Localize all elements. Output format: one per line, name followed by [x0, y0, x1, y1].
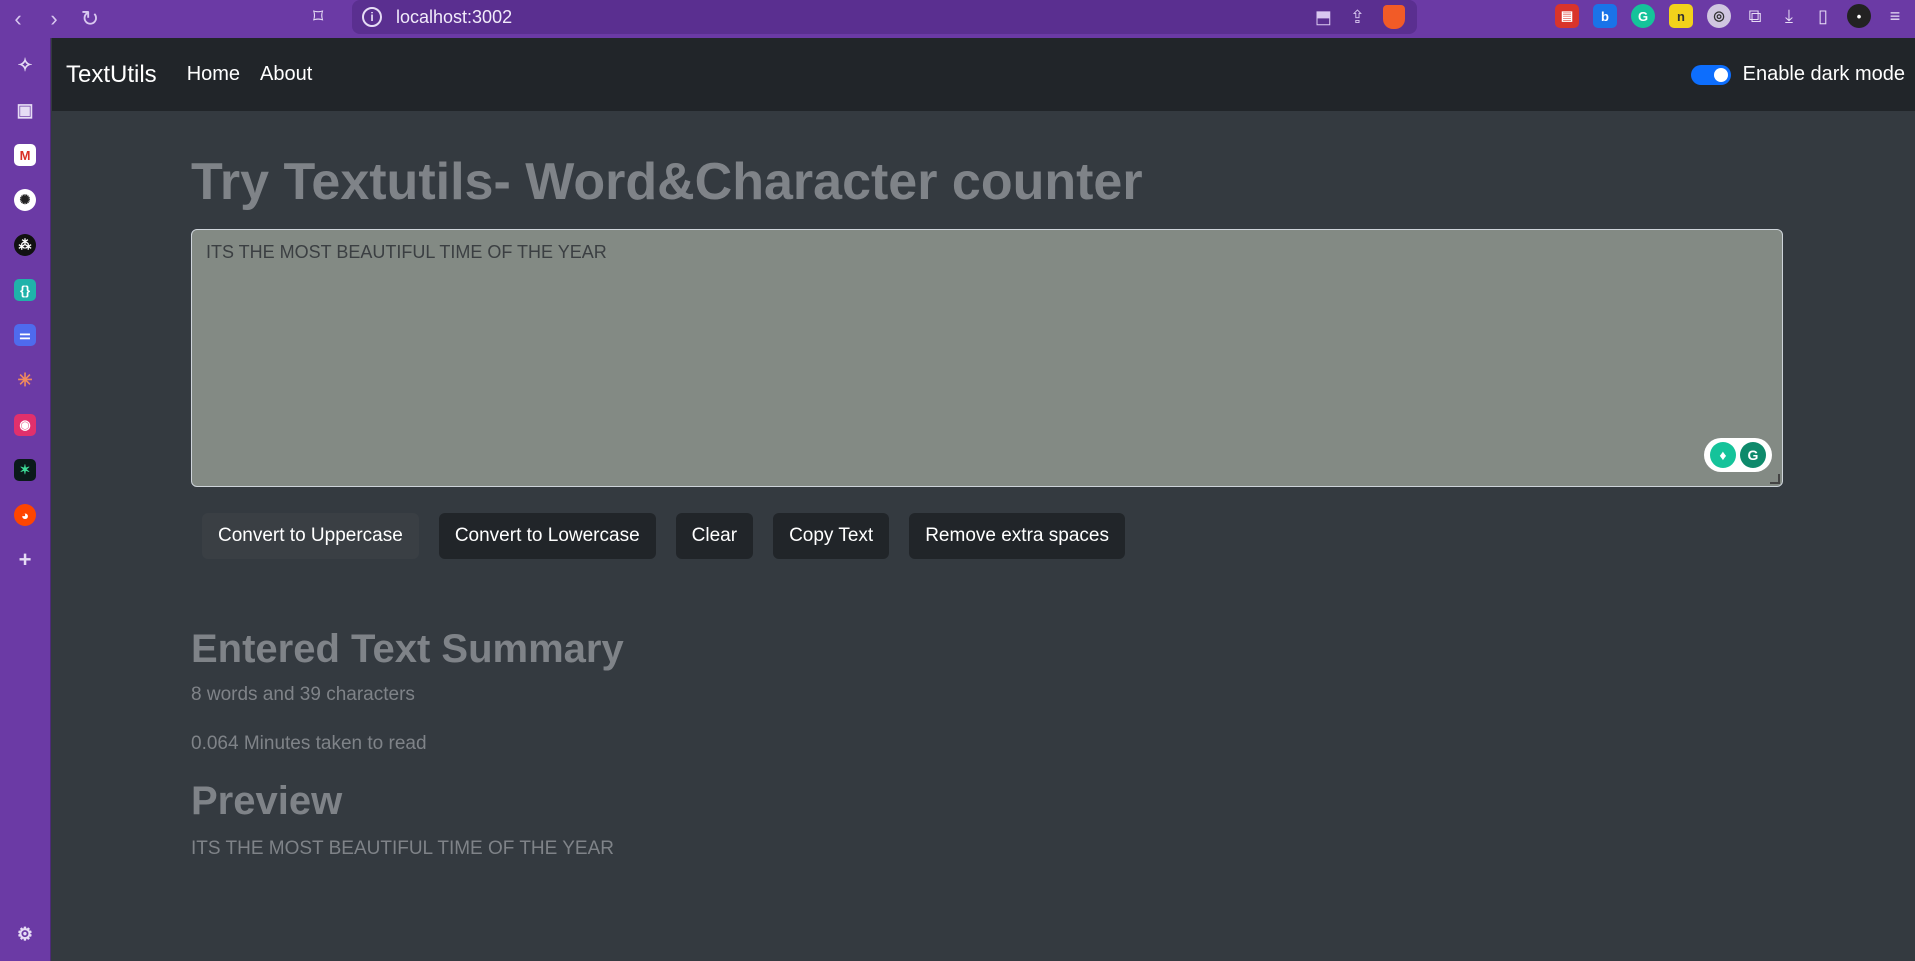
- notes-extension-icon[interactable]: n: [1669, 4, 1693, 28]
- incognito-extension-icon[interactable]: ◎: [1707, 4, 1731, 28]
- leo-ai-icon[interactable]: ✧: [14, 54, 36, 76]
- claude-icon[interactable]: ✳: [14, 369, 36, 391]
- grammarly-widget[interactable]: ♦ G: [1704, 437, 1772, 472]
- site-info-icon[interactable]: i: [362, 7, 382, 27]
- reading-list-icon[interactable]: ▣: [14, 99, 36, 121]
- install-app-icon[interactable]: ⬒: [1315, 7, 1332, 28]
- reddit-icon[interactable]: ◕: [14, 504, 36, 526]
- code-icon[interactable]: {}: [14, 279, 36, 301]
- browser-sidebar: ✧ ▣ M ✺ ⁂ {} ⚌ ✳ ◉ ✶ ◕ + ⚙: [0, 38, 51, 961]
- pdf-extension-icon[interactable]: ▤: [1555, 4, 1579, 28]
- chatgpt-icon[interactable]: ✺: [14, 189, 36, 211]
- extensions-puzzle-icon[interactable]: ⧉: [1745, 6, 1765, 26]
- add-panel-icon[interactable]: +: [14, 547, 36, 572]
- download-icon[interactable]: ⤓: [1779, 6, 1799, 26]
- page-title: Try Textutils- Word&Character counter: [191, 153, 1143, 211]
- textutils-app: TextUtils Home About Enable dark mode Tr…: [52, 38, 1915, 961]
- address-url[interactable]: localhost:3002: [396, 7, 512, 28]
- action-buttons: Convert to Uppercase Convert to Lowercas…: [191, 512, 1783, 559]
- share-icon[interactable]: ⇪: [1350, 7, 1365, 28]
- dark-mode-switch[interactable]: [1690, 64, 1731, 85]
- nav-link-home[interactable]: Home: [187, 63, 240, 86]
- preview-text: ITS THE MOST BEAUTIFUL TIME OF THE YEAR: [191, 837, 615, 859]
- copy-text-button[interactable]: Copy Text: [773, 512, 890, 559]
- browser-toolbar: ‹ › ↻ ⌑ i localhost:3002 ⬒ ⇪ ▤ b G n ◎ ⧉…: [0, 0, 1915, 38]
- resize-handle[interactable]: [1770, 473, 1780, 484]
- clear-button[interactable]: Clear: [675, 512, 754, 559]
- profile-avatar-icon[interactable]: •: [1847, 4, 1871, 28]
- back-icon[interactable]: ‹: [0, 1, 36, 37]
- grammarly-logo-icon[interactable]: G: [1740, 441, 1766, 468]
- text-input-box: ♦ G: [191, 228, 1783, 487]
- word-char-count: 8 words and 39 characters: [191, 683, 415, 705]
- menu-icon[interactable]: ≡: [1885, 6, 1905, 26]
- summary-heading: Entered Text Summary: [191, 626, 624, 671]
- address-bar[interactable]: i localhost:3002 ⬒ ⇪: [352, 0, 1417, 34]
- settings-gear-icon[interactable]: ⚙: [14, 923, 36, 945]
- instagram-icon[interactable]: ◉: [14, 414, 36, 436]
- toggle-app-icon[interactable]: ⚌: [14, 324, 36, 346]
- grammarly-suggest-icon[interactable]: ♦: [1710, 441, 1736, 468]
- text-input[interactable]: [192, 229, 1782, 486]
- app-navbar: TextUtils Home About Enable dark mode: [52, 38, 1915, 111]
- forward-icon[interactable]: ›: [36, 1, 72, 37]
- read-time: 0.064 Minutes taken to read: [191, 732, 427, 754]
- convert-lowercase-button[interactable]: Convert to Lowercase: [438, 512, 656, 559]
- perplexity-icon[interactable]: ⁂: [14, 234, 36, 256]
- dark-mode-label[interactable]: Enable dark mode: [1743, 63, 1905, 86]
- convert-uppercase-button[interactable]: Convert to Uppercase: [202, 512, 419, 559]
- sidebar-toggle-icon[interactable]: ▯: [1813, 6, 1833, 26]
- remove-extra-spaces-button[interactable]: Remove extra spaces: [909, 512, 1125, 559]
- brave-shields-icon[interactable]: [1383, 5, 1405, 29]
- preview-heading: Preview: [191, 778, 343, 823]
- grammarly-extension-icon[interactable]: G: [1631, 4, 1655, 28]
- dark-mode-toggle-group: Enable dark mode: [1690, 63, 1905, 86]
- bing-extension-icon[interactable]: b: [1593, 4, 1617, 28]
- main-container: Try Textutils- Word&Character counter ♦ …: [191, 111, 1783, 860]
- reload-icon[interactable]: ↻: [72, 1, 108, 37]
- bookmark-icon[interactable]: ⌑: [313, 4, 323, 29]
- brand-link[interactable]: TextUtils: [66, 61, 157, 89]
- gmail-icon[interactable]: M: [14, 144, 36, 166]
- nav-link-about[interactable]: About: [260, 63, 312, 86]
- sparkle-app-icon[interactable]: ✶: [14, 459, 36, 481]
